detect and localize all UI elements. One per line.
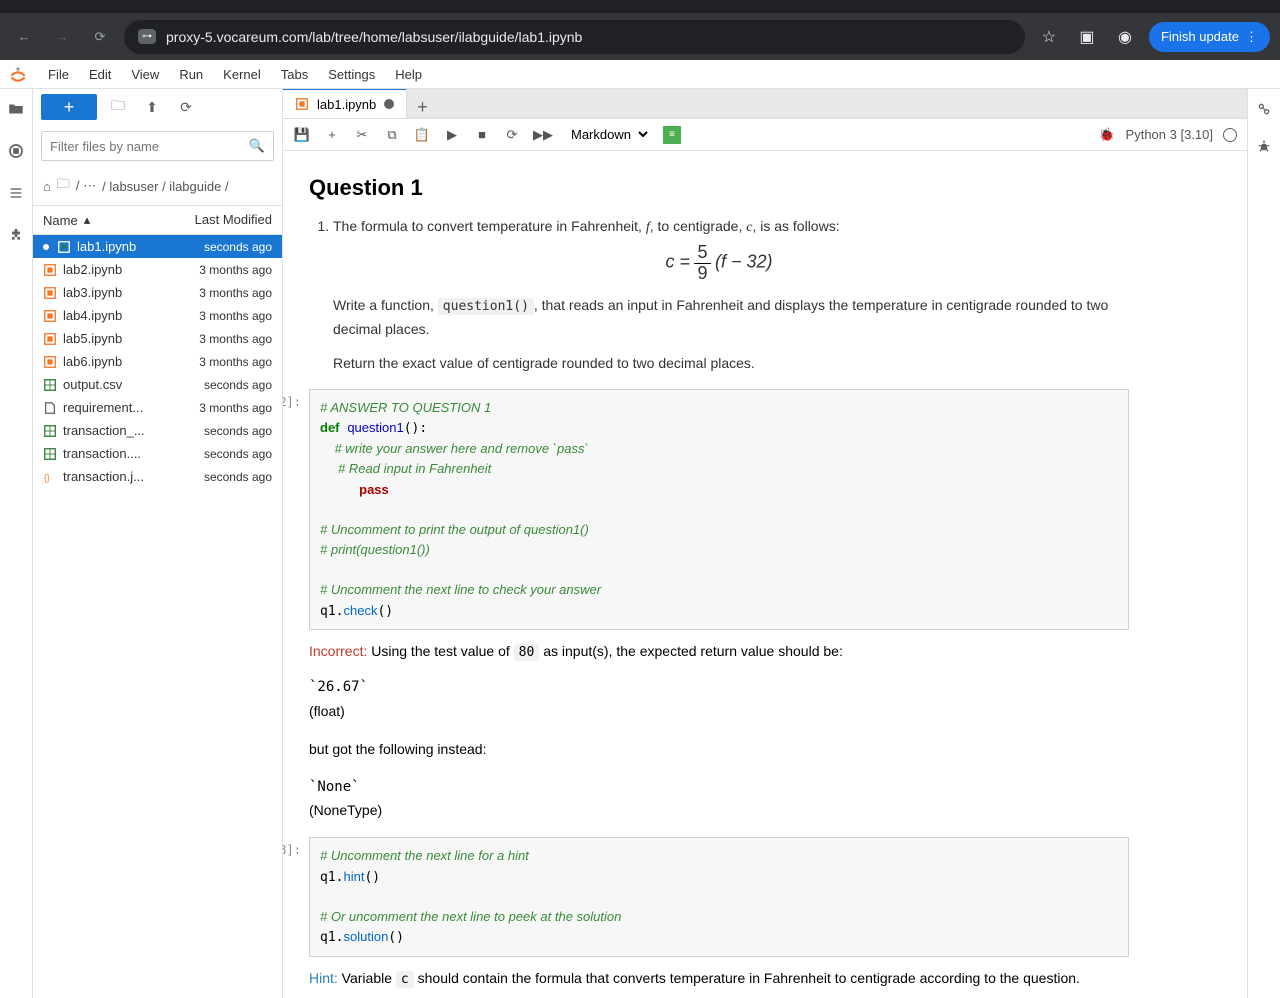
kernel-name[interactable]: Python 3 [3.10] [1126,127,1213,142]
restart-icon[interactable]: ⟳ [503,127,521,143]
question-p3: Return the exact value of centigrade rou… [333,352,1129,374]
question-intro: The formula to convert temperature in Fa… [333,215,1129,239]
question-p2: Write a function, question1(), that read… [333,294,1129,340]
notebook-toolbar: 💾 + ✂ ⧉ 📋 ▶ ■ ⟳ ▶▶ Markdown ≡ 🐞 Python 3… [283,119,1247,151]
paste-icon[interactable]: 📋 [413,127,431,143]
breadcrumb-path[interactable]: / labsuser / ilabguide / [102,179,228,194]
notebook-area: lab1.ipynb + 💾 + ✂ ⧉ 📋 ▶ ■ ⟳ ▶▶ Markdown… [283,89,1247,998]
code-cell-2[interactable]: [3]: # Uncomment the next line for a hin… [283,837,1129,957]
run-all-icon[interactable]: ▶▶ [533,127,551,143]
folder-small-icon[interactable]: 🗀 [57,175,70,197]
jupyter-logo-icon [8,64,28,84]
formula: c = 59 (f − 32) [309,243,1129,284]
sort-up-icon: ▴ [84,212,91,228]
copy-icon[interactable]: ⧉ [383,127,401,143]
forward-button[interactable]: → [48,23,76,51]
file-list: lab1.ipynbseconds agolab2.ipynb3 months … [33,235,282,998]
finish-update-button[interactable]: Finish update ⋮ [1149,22,1270,52]
stop-icon[interactable]: ■ [473,127,491,142]
output-1: Incorrect: Using the test value of 80 as… [309,640,1129,823]
file-row[interactable]: lab1.ipynbseconds ago [33,235,282,258]
browser-toolbar: ← → ⟳ ⊶ proxy-5.vocareum.com/lab/tree/ho… [0,13,1280,60]
menu-bar: File Edit View Run Kernel Tabs Settings … [0,60,1280,89]
render-icon[interactable]: ≡ [663,126,681,144]
menu-edit[interactable]: Edit [81,63,119,86]
code-box-1[interactable]: # ANSWER TO QUESTION 1 def question1(): … [309,389,1129,631]
output-2: Hint: Variable c should contain the form… [309,967,1129,998]
search-icon: 🔍 [249,138,265,154]
file-row[interactable]: requirement...3 months ago [33,396,282,419]
profile-icon[interactable]: ◉ [1111,27,1139,47]
file-row[interactable]: lab4.ipynb3 months ago [33,304,282,327]
url-text: proxy-5.vocareum.com/lab/tree/home/labsu… [166,29,582,45]
debugger-icon[interactable] [1254,137,1274,157]
file-browser: + 🗀 ⬆ ⟳ 🔍 ⌂ 🗀 / ⋯ / labsuser / ilabguide… [33,89,283,998]
bookmark-icon[interactable]: ☆ [1035,27,1063,47]
menu-kernel[interactable]: Kernel [215,63,269,86]
col-name[interactable]: Name ▴ [43,212,172,228]
debug-icon[interactable]: 🐞 [1098,127,1116,143]
menu-dots-icon: ⋮ [1245,29,1258,45]
menu-run[interactable]: Run [171,63,211,86]
col-modified[interactable]: Last Modified [172,212,272,228]
file-row[interactable]: transaction_...seconds ago [33,419,282,442]
property-inspector-icon[interactable] [1254,99,1274,119]
new-folder-icon[interactable]: 🗀 [105,95,131,119]
folder-icon[interactable] [6,99,26,119]
menu-settings[interactable]: Settings [320,63,383,86]
file-row[interactable]: {}transaction.j...seconds ago [33,465,282,488]
filter-box[interactable]: 🔍 [41,131,274,161]
panel-icon[interactable]: ▣ [1073,27,1101,47]
kernel-status-icon[interactable] [1223,128,1237,142]
add-cell-icon[interactable]: + [323,127,341,142]
add-tab-button[interactable]: + [407,97,438,118]
menu-file[interactable]: File [40,63,77,86]
running-icon[interactable] [6,141,26,161]
code-cell-1[interactable]: [2]: # ANSWER TO QUESTION 1 def question… [283,389,1129,631]
file-row[interactable]: lab3.ipynb3 months ago [33,281,282,304]
tab-dirty-icon[interactable] [384,99,394,109]
save-icon[interactable]: 💾 [293,127,311,143]
menu-help[interactable]: Help [387,63,430,86]
reload-button[interactable]: ⟳ [86,23,114,51]
activity-bar [0,89,33,998]
cell-type-select[interactable]: Markdown [563,124,651,145]
file-row[interactable]: transaction....seconds ago [33,442,282,465]
right-sidebar [1247,89,1280,998]
file-row[interactable]: lab5.ipynb3 months ago [33,327,282,350]
home-icon[interactable]: ⌂ [43,179,51,194]
tab-lab1[interactable]: lab1.ipynb [283,89,407,118]
toc-icon[interactable] [6,183,26,203]
browser-tabs [0,0,1280,13]
notebook-icon [295,97,309,111]
notebook-scroll[interactable]: Question 1 The formula to convert temper… [283,151,1247,998]
breadcrumb[interactable]: ⌂ 🗀 / ⋯ / labsuser / ilabguide / [33,167,282,205]
tab-bar: lab1.ipynb + [283,89,1247,119]
tab-label: lab1.ipynb [317,97,376,112]
extensions-icon[interactable] [6,225,26,245]
site-settings-icon[interactable]: ⊶ [138,29,156,44]
menu-view[interactable]: View [123,63,167,86]
cut-icon[interactable]: ✂ [353,127,371,143]
prompt-2: [3]: [283,837,309,957]
url-bar[interactable]: ⊶ proxy-5.vocareum.com/lab/tree/home/lab… [124,20,1025,54]
back-button[interactable]: ← [10,23,38,51]
file-row[interactable]: output.csvseconds ago [33,373,282,396]
filter-input[interactable] [50,139,249,154]
prompt-1: [2]: [283,389,309,631]
refresh-icon[interactable]: ⟳ [173,99,199,116]
upload-icon[interactable]: ⬆ [139,99,165,116]
file-row[interactable]: lab6.ipynb3 months ago [33,350,282,373]
svg-text:{}: {} [44,472,50,482]
new-launcher-button[interactable]: + [41,94,97,120]
file-row[interactable]: lab2.ipynb3 months ago [33,258,282,281]
run-icon[interactable]: ▶ [443,127,461,143]
menu-tabs[interactable]: Tabs [273,63,316,86]
question-title: Question 1 [309,175,1129,201]
code-box-2[interactable]: # Uncomment the next line for a hint q1.… [309,837,1129,957]
breadcrumb-ellipsis[interactable]: / ⋯ [76,178,96,194]
